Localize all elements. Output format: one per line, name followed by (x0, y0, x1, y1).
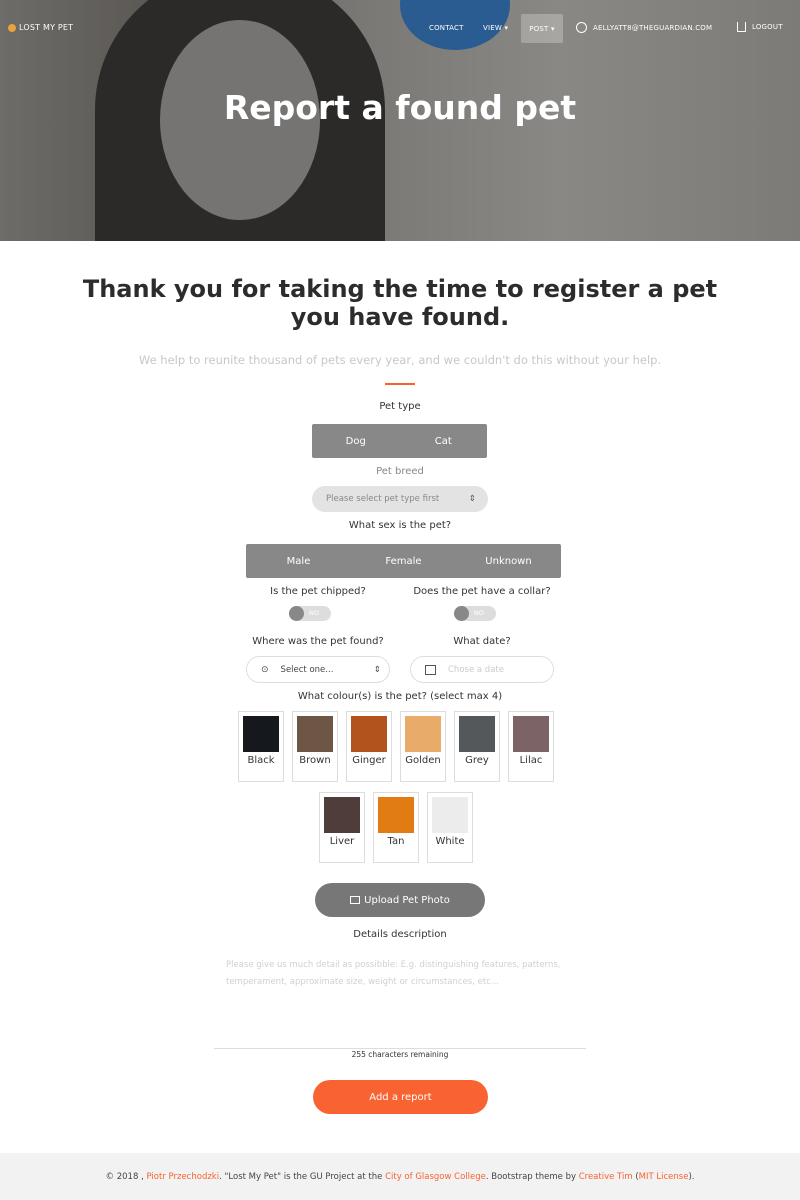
nav-post[interactable]: POST ▾ (521, 14, 563, 43)
nav-contact[interactable]: CONTACT (429, 24, 464, 32)
colour-name: Liver (329, 836, 355, 847)
paw-logo-icon (8, 23, 16, 32)
breed-label: Pet breed (376, 466, 424, 477)
logout-label: LOGOUT (752, 23, 783, 31)
colour-name: Grey (465, 755, 489, 766)
intro-subtitle: We help to reunite thousand of pets ever… (138, 353, 662, 367)
college-link[interactable]: City of Glasgow College (385, 1172, 486, 1182)
colour-sample (513, 716, 549, 752)
breed-select[interactable]: Please select pet type first ⇕ (312, 486, 488, 512)
user-email: AELLYATT8@THEGUARDIAN.COM (593, 23, 713, 32)
map-pin-icon: ⊙ (261, 664, 269, 675)
pet-type-dog[interactable]: Dog (312, 424, 400, 458)
details-label: Details description (353, 929, 447, 940)
pet-type-cat[interactable]: Cat (400, 424, 488, 458)
colour-sample (459, 716, 495, 752)
colour-option-black[interactable]: Black (238, 711, 284, 782)
pet-type-label: Pet type (379, 401, 421, 412)
colour-name: Ginger (352, 755, 386, 766)
date-label: What date? (453, 636, 511, 647)
colour-sample (378, 797, 414, 833)
breed-select-value: Please select pet type first (326, 494, 440, 504)
collar-toggle-text: NO (474, 609, 484, 617)
date-placeholder: Chose a date (448, 664, 504, 675)
colour-sample (405, 716, 441, 752)
colour-name: Brown (299, 755, 331, 766)
colour-name: Black (247, 755, 275, 766)
sex-female[interactable]: Female (351, 544, 456, 578)
sex-selector: Male Female Unknown (246, 544, 561, 578)
user-icon (576, 22, 587, 33)
colour-option-golden[interactable]: Golden (400, 711, 446, 782)
details-textarea[interactable]: Please give us much detail as possibble:… (214, 955, 586, 1049)
collar-label: Does the pet have a collar? (413, 586, 551, 597)
footer-text: ). (688, 1171, 695, 1182)
footer-text: . "Lost My Pet" is the GU Project at the (219, 1171, 386, 1182)
pet-type-selector: Dog Cat (312, 424, 487, 458)
colour-option-white[interactable]: White (427, 792, 473, 863)
colour-name: Golden (405, 755, 441, 766)
colour-option-lilac[interactable]: Lilac (508, 711, 554, 782)
camera-icon (350, 896, 361, 904)
sex-male[interactable]: Male (246, 544, 351, 578)
colour-name: Lilac (519, 755, 543, 766)
intro-heading: Thank you for taking the time to registe… (82, 275, 718, 331)
caret-down-icon: ▾ (550, 24, 555, 33)
select-arrows-icon: ⇕ (373, 664, 381, 675)
colour-option-ginger[interactable]: Ginger (346, 711, 392, 782)
nav-view-label: VIEW (483, 24, 502, 32)
colour-sample (432, 797, 468, 833)
colour-sample (351, 716, 387, 752)
add-report-button[interactable]: Add a report (313, 1080, 488, 1114)
footer: © 2018 , Piotr Przechodzki. "Lost My Pet… (0, 1153, 800, 1200)
colour-sample (324, 797, 360, 833)
upload-photo-label: Upload Pet Photo (364, 894, 450, 906)
calendar-icon (425, 664, 436, 675)
nav-user[interactable]: AELLYATT8@THEGUARDIAN.COM (576, 22, 712, 33)
chipped-toggle-text: NO (309, 609, 319, 617)
footer-copyright: © 2018 , (105, 1171, 144, 1182)
nav-view[interactable]: VIEW ▾ (483, 24, 508, 32)
logout-icon (737, 22, 746, 32)
license-link[interactable]: MIT License (639, 1172, 689, 1182)
sex-unknown[interactable]: Unknown (456, 544, 561, 578)
toggle-knob (289, 606, 304, 621)
sex-label: What sex is the pet? (348, 520, 452, 531)
brand-link[interactable]: LOST MY PET (8, 23, 73, 32)
upload-photo-button[interactable]: Upload Pet Photo (315, 883, 485, 917)
colour-option-brown[interactable]: Brown (292, 711, 338, 782)
colour-sample (297, 716, 333, 752)
location-select[interactable]: ⊙ Select one... ⇕ (246, 656, 390, 683)
caret-down-icon: ▾ (504, 24, 509, 32)
chipped-toggle[interactable]: NO (289, 606, 331, 621)
brand-name: LOST MY PET (19, 23, 74, 32)
nav-logout[interactable]: LOGOUT (737, 22, 783, 32)
characters-remaining: 255 characters remaining (351, 1050, 449, 1059)
colour-option-tan[interactable]: Tan (373, 792, 419, 863)
toggle-knob (454, 606, 469, 621)
colour-sample (243, 716, 279, 752)
colour-label: What colour(s) is the pet? (select max 4… (297, 691, 503, 702)
nav-post-label: POST (529, 24, 549, 33)
footer-text: . Bootstrap theme by (485, 1171, 579, 1182)
select-arrows-icon: ⇕ (468, 494, 476, 504)
colour-name: White (435, 836, 465, 847)
colour-option-liver[interactable]: Liver (319, 792, 365, 863)
author-link[interactable]: Piotr Przechodzki (146, 1172, 219, 1182)
colour-option-grey[interactable]: Grey (454, 711, 500, 782)
divider (385, 383, 415, 385)
location-select-value: Select one... (280, 664, 334, 675)
collar-toggle[interactable]: NO (454, 606, 496, 621)
creative-tim-link[interactable]: Creative Tim (579, 1172, 633, 1182)
date-input[interactable]: Chose a date (410, 656, 554, 683)
colour-name: Tan (387, 836, 405, 847)
page-title: Report a found pet (223, 88, 577, 127)
